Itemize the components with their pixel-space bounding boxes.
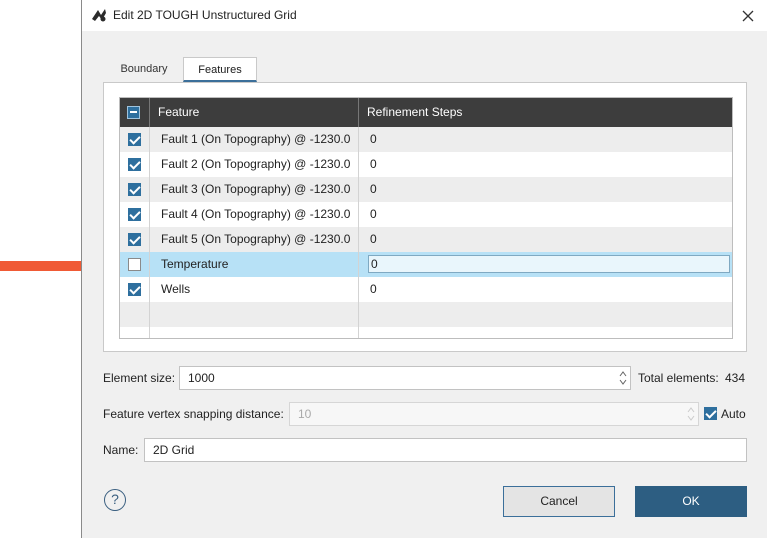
- table-row[interactable]: Fault 5 (On Topography) @ -1230.0 0: [120, 227, 732, 252]
- feature-cell: Fault 2 (On Topography) @ -1230.0: [150, 152, 359, 177]
- total-elements-label: Total elements:: [638, 371, 719, 385]
- row-checkbox[interactable]: [128, 208, 141, 221]
- tab-boundary-label: Boundary: [120, 63, 168, 75]
- tab-features[interactable]: Features: [183, 57, 257, 82]
- table-row[interactable]: Fault 1 (On Topography) @ -1230.0 0: [120, 127, 732, 152]
- tab-features-label: Features: [198, 64, 242, 76]
- features-table: Feature Refinement Steps Fault 1 (On Top…: [119, 97, 733, 339]
- close-icon: [742, 10, 754, 21]
- refinement-steps-editor[interactable]: 0: [368, 255, 730, 273]
- column-header-feature[interactable]: Feature: [150, 98, 359, 127]
- row-checkbox[interactable]: [128, 158, 141, 171]
- refinement-steps-cell[interactable]: 0: [359, 127, 732, 152]
- table-header: Feature Refinement Steps: [120, 98, 732, 127]
- table-body: Fault 1 (On Topography) @ -1230.0 0 Faul…: [120, 127, 732, 338]
- name-label: Name:: [103, 443, 139, 457]
- ok-button[interactable]: OK: [635, 486, 747, 517]
- window-title: Edit 2D TOUGH Unstructured Grid: [113, 8, 297, 22]
- header-check-cell: [120, 98, 150, 127]
- cancel-button[interactable]: Cancel: [503, 486, 615, 517]
- row-checkbox[interactable]: [128, 133, 141, 146]
- row-checkbox[interactable]: [128, 258, 141, 271]
- refinement-steps-cell[interactable]: 0: [359, 277, 732, 302]
- feature-cell: Fault 5 (On Topography) @ -1230.0: [150, 227, 359, 252]
- name-input[interactable]: 2D Grid: [144, 438, 747, 462]
- select-all-checkbox[interactable]: [127, 106, 140, 119]
- element-size-label: Element size:: [103, 371, 176, 385]
- refinement-steps-cell[interactable]: 0: [359, 202, 732, 227]
- feature-cell: Fault 3 (On Topography) @ -1230.0: [150, 177, 359, 202]
- table-row-empty: [120, 302, 732, 327]
- column-header-refinement-steps[interactable]: Refinement Steps: [359, 98, 732, 127]
- auto-label[interactable]: Auto: [721, 407, 746, 421]
- element-size-input[interactable]: 1000: [179, 366, 631, 390]
- row-checkbox[interactable]: [128, 233, 141, 246]
- auto-checkbox[interactable]: [704, 407, 717, 420]
- tab-boundary[interactable]: Boundary: [108, 57, 180, 82]
- table-row[interactable]: Fault 2 (On Topography) @ -1230.0 0: [120, 152, 732, 177]
- help-button[interactable]: ?: [104, 489, 126, 511]
- app-icon: [92, 9, 106, 22]
- refinement-steps-cell[interactable]: 0: [359, 152, 732, 177]
- feature-cell: Fault 1 (On Topography) @ -1230.0: [150, 127, 359, 152]
- table-row[interactable]: Wells 0: [120, 277, 732, 302]
- table-row[interactable]: Fault 3 (On Topography) @ -1230.0 0: [120, 177, 732, 202]
- spinner-arrows-icon[interactable]: [619, 370, 627, 386]
- spinner-arrows-icon: [687, 407, 695, 421]
- refinement-steps-cell[interactable]: 0: [359, 177, 732, 202]
- total-elements-value: 434: [725, 371, 746, 385]
- row-checkbox[interactable]: [128, 283, 141, 296]
- refinement-steps-cell[interactable]: 0: [359, 227, 732, 252]
- snapping-distance-value: 10: [298, 407, 312, 421]
- edit-grid-dialog: Edit 2D TOUGH Unstructured Grid Boundary…: [81, 0, 767, 538]
- close-button[interactable]: [728, 0, 767, 31]
- table-row-selected[interactable]: Temperature 0: [120, 252, 732, 277]
- snapping-distance-label: Feature vertex snapping distance:: [103, 407, 284, 421]
- row-checkbox[interactable]: [128, 183, 141, 196]
- element-size-value: 1000: [188, 371, 215, 385]
- title-bar: Edit 2D TOUGH Unstructured Grid: [82, 0, 767, 31]
- name-value: 2D Grid: [153, 443, 195, 457]
- snapping-distance-input: 10: [289, 402, 699, 426]
- table-row-empty: [120, 327, 732, 338]
- help-icon: ?: [111, 491, 119, 507]
- table-row[interactable]: Fault 4 (On Topography) @ -1230.0 0: [120, 202, 732, 227]
- feature-cell: Fault 4 (On Topography) @ -1230.0: [150, 202, 359, 227]
- feature-cell: Wells: [150, 277, 359, 302]
- refinement-steps-cell: 0: [359, 252, 732, 277]
- feature-cell: Temperature: [150, 252, 359, 277]
- features-panel: Feature Refinement Steps Fault 1 (On Top…: [103, 82, 747, 352]
